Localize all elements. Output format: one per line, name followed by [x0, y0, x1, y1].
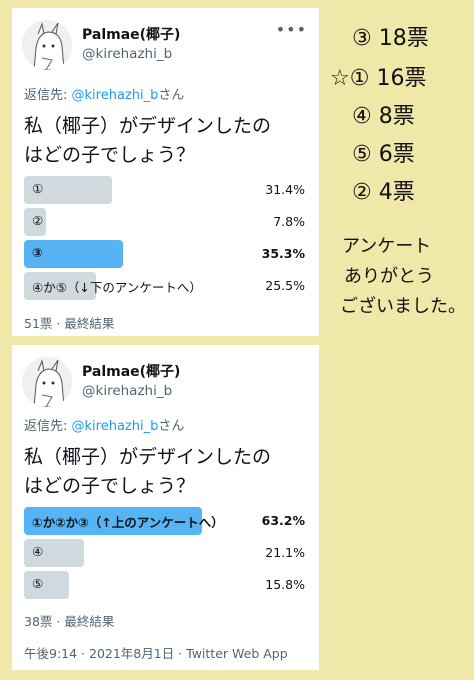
tally-row-5: ② 4票 [352, 174, 415, 206]
tally-row-2: ☆① 16票 [330, 60, 426, 92]
display-name[interactable]: Palmae(椰子) [82, 361, 180, 381]
question-line-1: 私（椰子）がデザインしたの [24, 115, 272, 137]
tally-votes: 16票 [376, 66, 427, 91]
handwritten-notes: ③ 18票 ☆① 16票 ④ 8票 ⑤ 6票 ② 4票 アンケート ありがとう … [330, 20, 474, 340]
reply-to-link[interactable]: @kirehazhi_b [72, 88, 159, 103]
display-name[interactable]: Palmae(椰子) [82, 24, 180, 44]
poll-option-percent: 21.1% [265, 545, 305, 560]
poll-option-percent: 63.2% [261, 513, 305, 528]
poll-option-2: ④ 21.1% [24, 539, 305, 567]
poll-option-label: ③ [32, 245, 43, 260]
tweet-text: 私（椰子）がデザインしたの はどの子でしょう？ [24, 443, 309, 501]
poll-option-percent: 25.5% [265, 278, 305, 293]
thanks-line-3: ございました。 [340, 296, 466, 317]
avatar[interactable] [22, 20, 72, 70]
reply-context: 返信先: @kirehazhi_bさん [24, 84, 184, 103]
tweet-card-1: Palmae(椰子) @kirehazhi_b ••• 返信先: @kireha… [12, 8, 319, 336]
poll-option-percent: 31.4% [265, 182, 305, 197]
poll-option-3: ⑤ 15.8% [24, 571, 305, 599]
poll-option-4: ④か⑤（↓下のアンケートへ） 25.5% [24, 272, 305, 300]
tally-votes: 8票 [378, 104, 415, 129]
poll-option-label: ④ [32, 544, 44, 559]
tally-number: ② [352, 180, 372, 205]
tally-number: ③ [352, 26, 372, 51]
poll-option-1: ①か②か③（↑上のアンケートへ） 63.2% [24, 507, 305, 535]
reply-prefix: 返信先: [24, 88, 72, 103]
tally-row-3: ④ 8票 [352, 98, 415, 130]
thanks-line-2: ありがとう [344, 266, 434, 287]
user-handle[interactable]: @kirehazhi_b [82, 46, 172, 62]
poll-option-label: ② [32, 213, 44, 228]
tweet-card-2: Palmae(椰子) @kirehazhi_b 返信先: @kirehazhi_… [12, 345, 319, 670]
more-options-icon[interactable]: ••• [276, 20, 307, 39]
reply-prefix: 返信先: [24, 419, 72, 434]
reply-context: 返信先: @kirehazhi_bさん [24, 415, 184, 434]
poll-option-2: ② 7.8% [24, 208, 305, 236]
tweet-header: Palmae(椰子) @kirehazhi_b [22, 357, 319, 409]
tally-votes: 6票 [378, 142, 415, 167]
tally-votes: 18票 [378, 26, 429, 51]
tweet-timestamp[interactable]: 午後9:14 · 2021年8月1日 · Twitter Web App [24, 643, 288, 662]
poll-result-summary: 38票 · 最終結果 [24, 614, 115, 629]
tally-row-1: ③ 18票 [352, 20, 429, 52]
thanks-line-1: アンケート [342, 236, 432, 257]
question-line-2: はどの子でしょう？ [24, 475, 196, 497]
poll-option-label: ④か⑤（↓下のアンケートへ） [32, 280, 202, 295]
poll-option-percent: 35.3% [261, 246, 305, 261]
tally-number: ④ [352, 104, 372, 129]
tally-prefix: ☆ [330, 66, 350, 91]
reply-suffix: さん [158, 88, 185, 103]
question-line-1: 私（椰子）がデザインしたの [24, 446, 272, 468]
user-handle[interactable]: @kirehazhi_b [82, 383, 172, 399]
tally-row-4: ⑤ 6票 [352, 136, 415, 168]
poll-option-percent: 7.8% [273, 214, 305, 229]
poll-option-label: ⑤ [32, 576, 44, 591]
poll-option-3: ③ 35.3% [24, 240, 305, 268]
poll-bar [24, 571, 69, 599]
reply-suffix: さん [158, 419, 185, 434]
question-line-2: はどの子でしょう？ [24, 144, 196, 166]
reply-to-link[interactable]: @kirehazhi_b [72, 419, 159, 434]
tally-number: ① [349, 66, 370, 91]
poll-option-percent: 15.8% [265, 577, 305, 592]
tweet-header: Palmae(椰子) @kirehazhi_b ••• [22, 20, 319, 72]
tweet-text: 私（椰子）がデザインしたの はどの子でしょう？ [24, 112, 309, 170]
tally-votes: 4票 [378, 180, 415, 205]
poll-option-label: ①か②か③（↑上のアンケートへ） [32, 515, 224, 530]
avatar[interactable] [22, 357, 72, 407]
tally-number: ⑤ [352, 142, 372, 167]
poll-option-1: ① 31.4% [24, 176, 305, 204]
poll-option-label: ① [32, 181, 44, 196]
poll-result-summary: 51票 · 最終結果 [24, 316, 115, 331]
